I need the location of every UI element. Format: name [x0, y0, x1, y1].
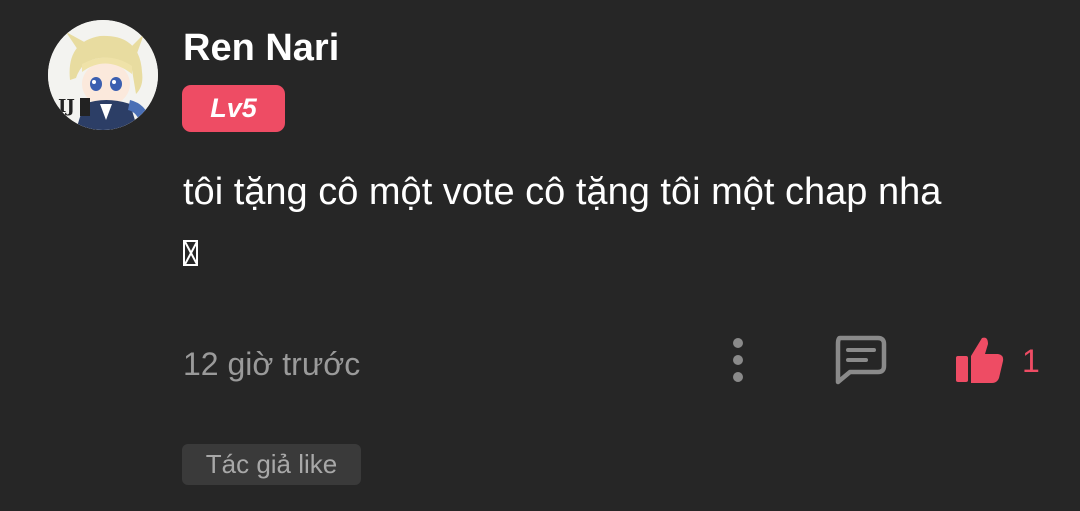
vertical-ellipsis-icon — [733, 338, 743, 382]
comment-text: tôi tặng cô một vote cô tặng tôi một cha… — [183, 171, 942, 213]
comment-bubble-icon — [835, 335, 887, 385]
more-options-button[interactable] — [718, 334, 758, 386]
comment-card: IJ Ren Nari Lv5 tôi tặng cô một vote cô … — [0, 0, 1080, 511]
reply-button[interactable] — [830, 332, 888, 386]
avatar-image: IJ — [48, 20, 158, 130]
missing-glyph-icon — [183, 240, 198, 266]
timestamp: 12 giờ trước — [183, 346, 361, 382]
username[interactable]: Ren Nari — [183, 24, 339, 72]
level-badge: Lv5 — [182, 85, 285, 132]
thumbs-up-icon — [956, 337, 1004, 383]
author-like-tag: Tác giả like — [182, 444, 361, 485]
like-count: 1 — [1022, 343, 1040, 379]
svg-text:IJ: IJ — [58, 96, 75, 117]
avatar[interactable]: IJ — [48, 20, 158, 130]
like-button[interactable]: 1 — [950, 330, 1050, 390]
